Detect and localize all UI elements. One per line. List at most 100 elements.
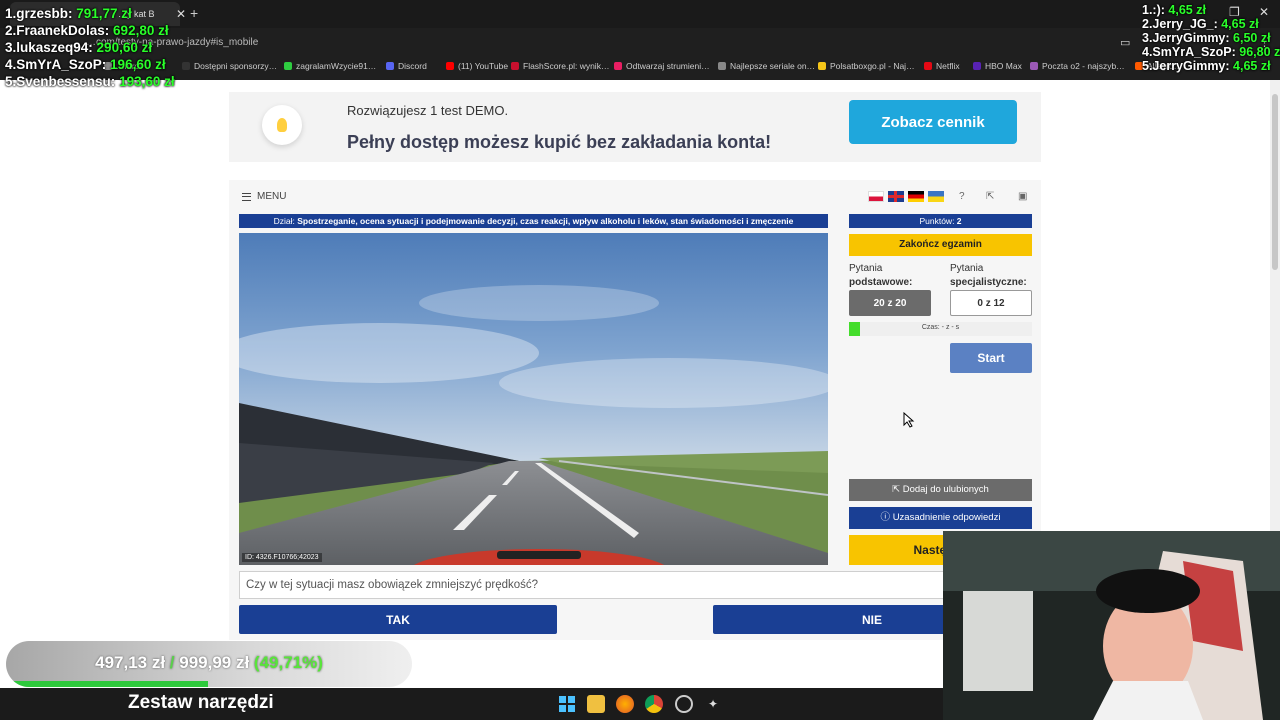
basic-label-line2: podstawowe:: [849, 277, 913, 288]
goal-target: 999,99 zł: [179, 653, 250, 672]
tab-strip: …y kat B ✕ + – ❐ ✕: [0, 0, 1280, 28]
flag-de-icon[interactable]: [908, 191, 924, 202]
points-label: Punktów:: [919, 216, 957, 226]
bookmark-label: FlashScore.pl: wynik…: [523, 61, 610, 71]
special-questions-counter: 0 z 12: [950, 290, 1032, 316]
windows-start-icon[interactable]: [558, 695, 576, 713]
video-id-label: ID: 4326.F10766;42023: [242, 553, 322, 562]
bookmark-item[interactable]: HBO Max: [973, 61, 1022, 71]
points-value: 2: [956, 216, 962, 226]
bookmark-label: Discord: [398, 61, 427, 71]
section-banner: Dział: Spostrzeganie, ocena sytuacji i p…: [239, 214, 828, 228]
top-donors-list: 1.grzesbb: 791,77 zł 2.FraanekDolas: 692,…: [5, 5, 175, 90]
bookmark-item[interactable]: zagralamWzycie91…: [284, 61, 376, 71]
cast-icon[interactable]: ▭: [1120, 36, 1130, 49]
finish-exam-button[interactable]: Zakończ egzamin: [849, 234, 1032, 256]
address-bar[interactable]: …com/testy-na-prawo-jazdy#is_mobile ▭ ⋮: [0, 30, 1280, 56]
save-icon[interactable]: ▣: [1018, 191, 1027, 202]
share-icon[interactable]: ⇱: [986, 191, 994, 202]
add-favorite-button[interactable]: ⇱ Dodaj do ulubionych: [849, 479, 1032, 501]
taskbar-overlay-title: Zestaw narzędzi: [128, 692, 274, 713]
donation-goal-bar: 497,13 zł / 999,99 zł (49,71%): [6, 641, 412, 687]
donor-name: 3.lukaszeq94:: [5, 40, 97, 55]
bookmark-favicon-icon: [386, 62, 394, 70]
chrome-icon[interactable]: [645, 695, 663, 713]
bookmark-favicon-icon: [511, 62, 519, 70]
donor-amount: 96,80 zł: [1239, 45, 1280, 59]
mouse-cursor-icon: [903, 412, 915, 428]
bookmark-favicon-icon: [1030, 62, 1038, 70]
top-donor-row: 1.grzesbb: 791,77 zł: [5, 5, 175, 22]
favorite-label: Dodaj do ulubionych: [902, 484, 989, 495]
timer-bar: Czas: - z - s: [849, 322, 1032, 336]
bookmark-item[interactable]: Poczta o2 - najszyb…: [1030, 61, 1125, 71]
goal-separator: /: [165, 653, 180, 672]
answer-yes-button[interactable]: TAK: [239, 605, 557, 634]
basic-questions-label: Pytania podstawowe:: [849, 262, 912, 290]
question-video[interactable]: [239, 233, 828, 565]
recent-donor-row: 5.JerryGimmy: 4,65 zł: [1142, 59, 1280, 73]
scroll-thumb[interactable]: [1272, 94, 1278, 270]
app-icon[interactable]: ✦: [704, 695, 722, 713]
bookmark-favicon-icon: [614, 62, 622, 70]
firefox-icon[interactable]: [616, 695, 634, 713]
hamburger-icon: [242, 192, 251, 201]
help-icon[interactable]: ?: [959, 191, 965, 202]
bookmark-item[interactable]: (11) YouTube: [446, 61, 508, 71]
bookmark-favicon-icon: [446, 62, 454, 70]
bookmark-favicon-icon: [818, 62, 826, 70]
donor-name: 4.SmYrA_SzoP:: [1142, 45, 1240, 59]
menu-label: MENU: [257, 191, 287, 202]
flag-pl-icon[interactable]: [868, 191, 884, 202]
new-tab-icon[interactable]: +: [190, 5, 198, 21]
top-donor-row: 5.Svenbessensu: 193,60 zł: [5, 73, 175, 90]
donor-name: 2.FraanekDolas:: [5, 23, 114, 38]
close-tab-icon[interactable]: ✕: [176, 7, 186, 21]
bookmark-label: Dostępni sponsorzy…: [194, 61, 278, 71]
favorite-icon: ⇱: [892, 484, 903, 495]
bookmark-item[interactable]: Discord: [386, 61, 427, 71]
donor-amount: 290,60 zł: [96, 40, 153, 55]
basic-label-line1: Pytania: [849, 263, 883, 274]
timer-text: Czas: - z - s: [921, 324, 960, 331]
special-questions-label: Pytania specjalistyczne:: [950, 262, 1027, 290]
bookmark-label: Polsatboxgo.pl - Naj…: [830, 61, 915, 71]
bookmark-item[interactable]: Netflix: [924, 61, 960, 71]
recent-donors-list: 1.:): 4,65 zł 2.Jerry_JG_: 4,65 zł 3.Jerry…: [1142, 3, 1280, 73]
bookmark-item[interactable]: Polsatboxgo.pl - Naj…: [818, 61, 915, 71]
flag-ua-icon[interactable]: [928, 191, 944, 202]
bookmark-label: Poczta o2 - najszyb…: [1042, 61, 1125, 71]
webcam-overlay: [943, 531, 1280, 720]
bookmark-item[interactable]: Odtwarzaj strumieni…: [614, 61, 710, 71]
file-explorer-icon[interactable]: [587, 695, 605, 713]
donor-name: 1.:):: [1142, 3, 1169, 17]
justification-button[interactable]: ⓘ Uzasadnienie odpowiedzi: [849, 507, 1032, 529]
promo-demo-text: Rozwiązujesz 1 test DEMO.: [347, 103, 509, 118]
top-donor-row: 2.FraanekDolas: 692,80 zł: [5, 22, 175, 39]
start-button[interactable]: Start: [950, 343, 1032, 373]
pricing-button[interactable]: Zobacz cennik: [849, 100, 1017, 144]
bookmark-label: (11) YouTube: [458, 61, 509, 71]
bookmark-favicon-icon: [718, 62, 726, 70]
flag-en-icon[interactable]: [888, 191, 904, 202]
points-badge: Punktów: 2: [849, 214, 1032, 228]
bookmark-favicon-icon: [284, 62, 292, 70]
goal-progress-fill: [6, 681, 208, 687]
donor-amount: 791,77 zł: [76, 6, 132, 21]
top-donor-row: 4.SmYrA_SzoP: 196,60 zł: [5, 56, 175, 73]
recent-donor-row: 2.Jerry_JG_: 4,65 zł: [1142, 17, 1280, 31]
obs-icon[interactable]: [675, 695, 693, 713]
bookmark-item[interactable]: Najlepsze seriale on…: [718, 61, 815, 71]
donor-name: 3.JerryGimmy:: [1142, 31, 1234, 45]
donor-name: 5.JerryGimmy:: [1142, 59, 1234, 73]
donor-amount: 193,60 zł: [119, 74, 175, 89]
bookmark-item[interactable]: FlashScore.pl: wynik…: [511, 61, 609, 71]
promo-headline: Pełny dostęp możesz kupić bez zakładania…: [347, 132, 772, 152]
bookmark-item[interactable]: Dostępni sponsorzy…: [182, 61, 277, 71]
donor-amount: 4,65 zł: [1221, 17, 1259, 31]
donor-name: 5.Svenbessensu:: [5, 74, 120, 89]
special-label-line1: Pytania: [950, 263, 984, 274]
donor-name: 4.SmYrA_SzoP:: [5, 57, 111, 72]
bookmarks-bar: …ntrol Dostępni sponsorzy… zagralamWzycie9…: [0, 58, 1280, 76]
menu-button[interactable]: MENU: [242, 191, 286, 202]
